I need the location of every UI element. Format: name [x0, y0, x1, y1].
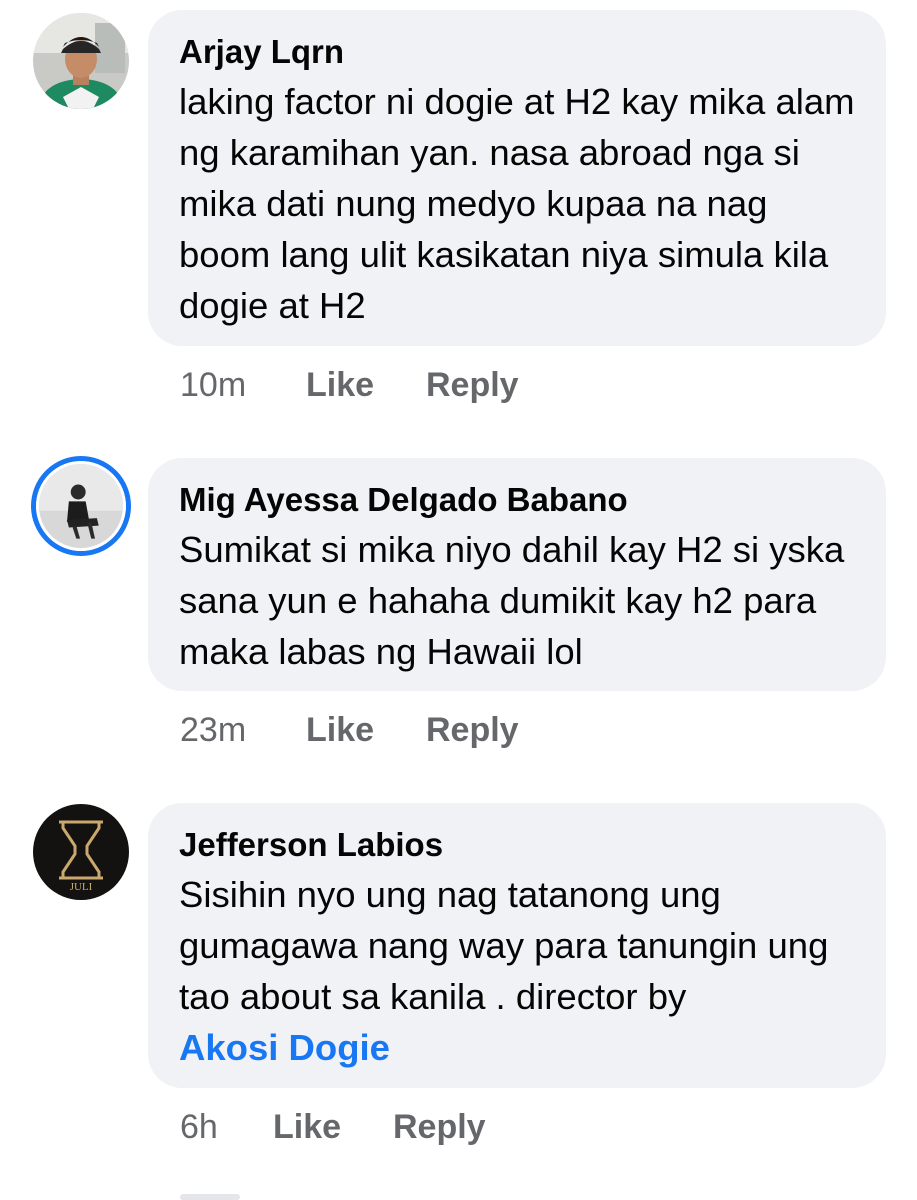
avatar[interactable]	[31, 456, 131, 556]
user-photo-avatar-with-story-ring-icon	[36, 461, 126, 551]
comment-text-body: Sisihin nyo ung nag tatanong ung gumagaw…	[179, 874, 829, 1017]
like-button[interactable]: Like	[273, 1107, 341, 1147]
comment-bubble: Jefferson Labios Sisihin nyo ung nag tat…	[148, 803, 886, 1088]
user-photo-avatar-icon	[33, 13, 129, 109]
comment-text: laking factor ni dogie at H2 kay mika al…	[179, 81, 855, 326]
comment-author[interactable]: Arjay Lqrn	[179, 32, 856, 72]
comment-bubble: Mig Ayessa Delgado Babano Sumikat si mik…	[148, 458, 886, 691]
reply-button[interactable]: Reply	[426, 710, 519, 750]
like-button[interactable]: Like	[306, 365, 374, 405]
like-button[interactable]: Like	[306, 710, 374, 750]
comment-item: JULI Jefferson Labios Sisihin nyo ung na…	[0, 780, 917, 1200]
reply-button[interactable]: Reply	[393, 1107, 486, 1147]
comment-item: Arjay Lqrn laking factor ni dogie at H2 …	[0, 0, 917, 420]
comment-item: Mig Ayessa Delgado Babano Sumikat si mik…	[0, 420, 917, 780]
comment-author[interactable]: Mig Ayessa Delgado Babano	[179, 480, 856, 520]
avatar[interactable]	[33, 13, 129, 109]
mention-link[interactable]: Akosi Dogie	[179, 1027, 390, 1068]
avatar-logo-text: JULI	[70, 881, 93, 893]
comment-timestamp[interactable]: 10m	[180, 365, 246, 405]
comment-text: Sumikat si mika niyo dahil kay H2 si ysk…	[179, 529, 845, 672]
hourglass-logo-avatar-icon: JULI	[33, 804, 129, 900]
comment-timestamp[interactable]: 6h	[180, 1107, 218, 1147]
comment-timestamp[interactable]: 23m	[180, 710, 246, 750]
comment-bubble: Arjay Lqrn laking factor ni dogie at H2 …	[148, 10, 886, 346]
next-comment-edge	[180, 1194, 240, 1200]
reply-button[interactable]: Reply	[426, 365, 519, 405]
comment-author[interactable]: Jefferson Labios	[179, 825, 856, 865]
avatar[interactable]: JULI	[33, 804, 129, 900]
comment-text: Sisihin nyo ung nag tatanong ung gumagaw…	[179, 869, 856, 1073]
